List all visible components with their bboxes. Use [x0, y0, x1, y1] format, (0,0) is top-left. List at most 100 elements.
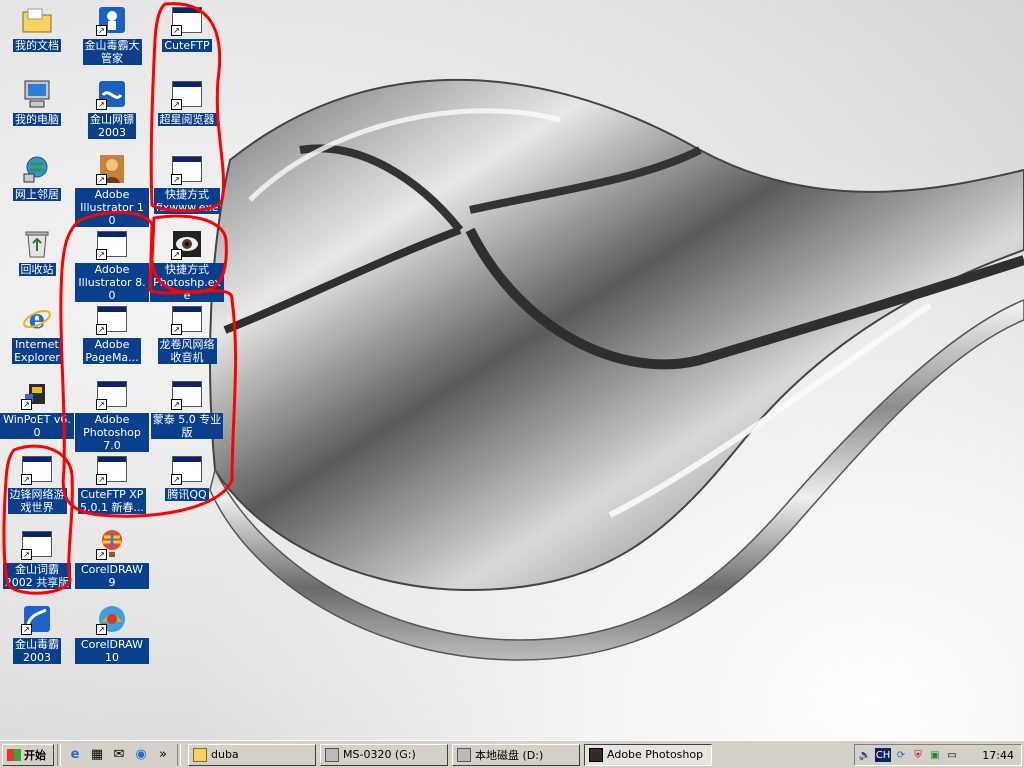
ie-icon: e	[21, 303, 53, 335]
photoshop-icon	[589, 747, 603, 762]
desktop-icon-duba-manager[interactable]: ↗ 金山毒霸大 管家	[75, 4, 149, 65]
shortcut-arrow-icon: ↗	[96, 25, 107, 36]
desktop-icon-jinshan-ciba[interactable]: ↗ 金山词霸 2002 共享版	[0, 528, 74, 589]
desktop[interactable]: 我的文档 我的电脑 网上邻居 回收站 e Internet Explorer ↗…	[0, 0, 1024, 740]
shortcut-arrow-icon: ↗	[21, 549, 32, 560]
desktop-icon-pagemaker[interactable]: ↗ Adobe PageMa...	[75, 303, 149, 364]
eye-icon: ↗	[171, 228, 203, 260]
desktop-icon-cuteftp[interactable]: ↗ CuteFTP	[150, 4, 224, 52]
desktop-icon-jinshan-netguard[interactable]: ↗ 金山网镖 2003	[75, 78, 149, 139]
desktop-icon-label: CuteFTP XP 5.0.1 新春...	[78, 488, 146, 514]
program-icon: ↗	[21, 528, 53, 560]
desktop-icon-label: CuteFTP	[162, 39, 212, 52]
drive-icon	[325, 747, 339, 762]
desktop-icon-label: CorelDRAW 10	[75, 638, 149, 664]
task-local-disk-d[interactable]: 本地磁盘 (D:)	[452, 743, 580, 766]
desktop-icon-tornado-radio[interactable]: ↗ 龙卷风网络 收音机	[150, 303, 224, 364]
media-quicklaunch-icon[interactable]: ◉	[132, 746, 150, 764]
shortcut-arrow-icon: ↗	[96, 624, 107, 635]
shortcut-arrow-icon: ↗	[96, 549, 107, 560]
desktop-icon-winpoet[interactable]: ↗ WinPoET v6.0	[0, 378, 74, 439]
program-icon: ↗	[171, 4, 203, 36]
shield-icon[interactable]: ⛨	[911, 748, 925, 762]
duba-icon: ↗	[21, 603, 53, 635]
desktop-icon-cuteftp-xp[interactable]: ↗ CuteFTP XP 5.0.1 新春...	[75, 453, 149, 514]
taskbar-separator	[177, 743, 181, 766]
desktop-icon-network-places[interactable]: 网上邻居	[0, 153, 74, 201]
clock[interactable]: 17:44	[982, 749, 1014, 762]
desktop-icon-label: 超星阅览器	[157, 113, 217, 126]
task-ms-0320-drive[interactable]: MS-0320 (G:)	[320, 743, 448, 766]
desktop-icon-label: 我的文档	[13, 39, 61, 52]
taskbar: 开始 e ▦ ✉ ◉ » duba MS-0320 (G:) 本地磁盘 (D:)…	[0, 740, 1024, 768]
winpoet-icon: ↗	[21, 378, 53, 410]
desktop-icon-label: 金山网镖 2003	[88, 113, 136, 139]
shortcut-arrow-icon: ↗	[96, 99, 107, 110]
desktop-icon-mengtai[interactable]: ↗ 蒙泰 5.0 专业 版	[150, 378, 224, 439]
program-icon: ↗	[171, 378, 203, 410]
desktop-icon-illustrator-10[interactable]: ↗ Adobe Illustrator 10	[75, 153, 149, 227]
desktop-icon-label: 回收站	[18, 263, 56, 276]
desktop-icon-label: Adobe PageMa...	[83, 338, 141, 364]
desktop-icon-label: 边锋网络游 戏世界	[7, 488, 67, 514]
desktop-icon-label: 网上邻居	[13, 188, 61, 201]
desktop-icon-label: Adobe Photoshop 7.0	[75, 413, 149, 452]
desktop-icon-tencent-qq[interactable]: ↗ 腾讯QQ	[150, 453, 224, 501]
quicklaunch-chevron[interactable]: »	[154, 746, 172, 764]
duba-tray-icon[interactable]: ▣	[928, 748, 942, 762]
outlook-quicklaunch-icon[interactable]: ✉	[110, 746, 128, 764]
desktop-icon-label: 我的电脑	[13, 113, 61, 126]
desktop-icon-label: 金山毒霸 2003	[13, 638, 61, 664]
shortcut-arrow-icon: ↗	[96, 399, 107, 410]
desktop-icon-label: 快捷方式 Photoshp.exe	[150, 263, 224, 302]
desktop-icon-recycle-bin[interactable]: 回收站	[0, 228, 74, 276]
desktop-icon-my-documents[interactable]: 我的文档	[0, 4, 74, 52]
desktop-icon-label: CorelDRAW 9	[75, 563, 149, 589]
task-label: Adobe Photoshop	[607, 748, 704, 761]
program-icon: ↗	[96, 378, 128, 410]
program-icon: ↗	[96, 453, 128, 485]
shortcut-arrow-icon: ↗	[96, 474, 107, 485]
desktop-quicklaunch-icon[interactable]: ▦	[88, 746, 106, 764]
network-icon[interactable]: ⟳	[894, 748, 908, 762]
desktop-icon-photoshp-exe[interactable]: ↗ 快捷方式 Photoshp.exe	[150, 228, 224, 302]
program-icon: ↗	[171, 303, 203, 335]
computer-icon	[21, 78, 53, 110]
task-adobe-photoshop[interactable]: Adobe Photoshop	[584, 743, 712, 766]
monitor-icon[interactable]: ▭	[945, 748, 959, 762]
desktop-icon-my-computer[interactable]: 我的电脑	[0, 78, 74, 126]
desktop-icon-coreldraw-10[interactable]: ↗ CorelDRAW 10	[75, 603, 149, 664]
desktop-icon-coreldraw-9[interactable]: ↗ CorelDRAW 9	[75, 528, 149, 589]
desktop-icon-label: 快捷方式 fixwww.exe	[153, 188, 221, 214]
shortcut-arrow-icon: ↗	[171, 399, 182, 410]
shortcut-arrow-icon: ↗	[171, 25, 182, 36]
program-icon: ↗	[171, 153, 203, 185]
illustrator-icon: ↗	[96, 153, 128, 185]
ie-quicklaunch-icon[interactable]: e	[66, 746, 84, 764]
desktop-icon-label: Adobe Illustrator 10	[75, 188, 149, 227]
volume-icon[interactable]: 🔈	[858, 748, 872, 762]
shortcut-arrow-icon: ↗	[21, 399, 32, 410]
desktop-icon-fixwww[interactable]: ↗ 快捷方式 fixwww.exe	[150, 153, 224, 214]
desktop-icon-label: Internet Explorer	[12, 338, 62, 364]
program-icon: ↗	[21, 453, 53, 485]
taskbar-separator	[57, 743, 61, 766]
desktop-icon-photoshop-7[interactable]: ↗ Adobe Photoshop 7.0	[75, 378, 149, 452]
shortcut-arrow-icon: ↗	[21, 474, 32, 485]
desktop-icon-bianfeng[interactable]: ↗ 边锋网络游 戏世界	[0, 453, 74, 514]
language-indicator[interactable]: CH	[875, 748, 891, 762]
desktop-icon-label: WinPoET v6.0	[0, 413, 74, 439]
start-button[interactable]: 开始	[2, 743, 54, 766]
netguard-icon: ↗	[96, 78, 128, 110]
desktop-icon-illustrator-8[interactable]: ↗ Adobe Illustrator 8.0	[75, 228, 149, 302]
windows-logo-icon	[7, 748, 21, 761]
program-icon: ↗	[171, 78, 203, 110]
folder-icon	[21, 4, 53, 36]
desktop-icon-label: Adobe Illustrator 8.0	[75, 263, 149, 302]
task-duba[interactable]: duba	[188, 743, 316, 766]
shortcut-arrow-icon: ↗	[96, 249, 107, 260]
desktop-icon-jinshan-duba[interactable]: ↗ 金山毒霸 2003	[0, 603, 74, 664]
desktop-icon-ssreader[interactable]: ↗ 超星阅览器	[150, 78, 224, 126]
program-icon: ↗	[96, 303, 128, 335]
desktop-icon-internet-explorer[interactable]: e Internet Explorer	[0, 303, 74, 364]
